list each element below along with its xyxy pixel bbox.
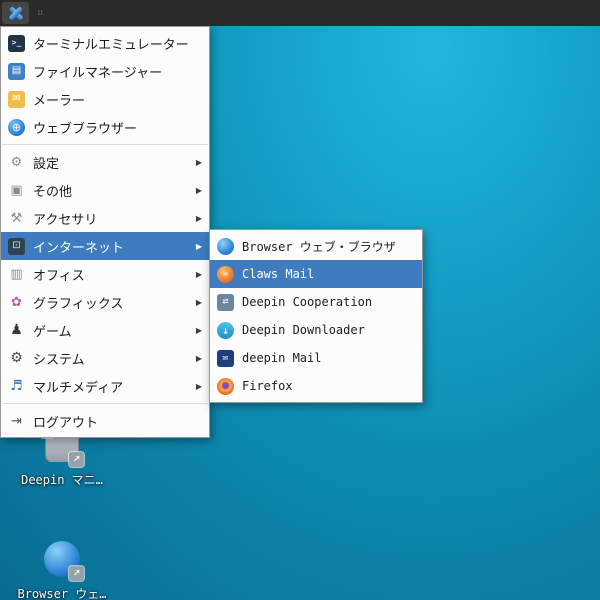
terminal-icon: >_ <box>8 34 25 52</box>
submenu-item-label: deepin Mail <box>242 351 322 365</box>
menu-item-file-manager[interactable]: ▤ ファイルマネージャー <box>1 57 209 85</box>
chevron-right-icon: ▶ <box>195 297 202 307</box>
chevron-right-icon: ▶ <box>195 325 202 335</box>
chevron-right-icon: ▶ <box>195 353 202 363</box>
internet-icon: ⊡ <box>8 237 25 255</box>
applications-menu-button[interactable] <box>2 2 29 24</box>
menu-item-label: 設定 <box>33 156 60 172</box>
menu-item-settings[interactable]: ⚙ 設定 ▶ <box>1 148 209 176</box>
menu-item-label: ゲーム <box>33 324 72 340</box>
submenu-item-deepin-cooperation[interactable]: ⇄ Deepin Cooperation <box>210 288 422 316</box>
settings-icon: ⚙ <box>10 154 23 170</box>
menu-item-accessories[interactable]: ⚒ アクセサリ ▶ <box>1 204 209 232</box>
games-icon: ♟ <box>10 322 23 338</box>
menu-item-label: グラフィックス <box>33 296 124 312</box>
submenu-item-label: Claws Mail <box>242 267 315 281</box>
multimedia-icon: ♬ <box>10 378 23 394</box>
submenu-item-deepin-downloader[interactable]: ↓ Deepin Downloader <box>210 316 422 344</box>
menu-item-label: アクセサリ <box>33 212 98 228</box>
shortcut-arrow-icon: ↗ <box>69 452 84 467</box>
menu-item-web-browser[interactable]: ⊕ ウェブブラウザー <box>1 113 209 141</box>
menu-separator <box>2 144 208 145</box>
menu-item-label: ウェブブラウザー <box>33 121 138 137</box>
menu-item-graphics[interactable]: ✿ グラフィックス ▶ <box>1 288 209 316</box>
deepin-cooperation-icon: ⇄ <box>217 293 234 311</box>
other-apps-icon: ▣ <box>10 182 23 198</box>
menu-item-internet[interactable]: ⊡ インターネット ▶ <box>1 232 209 260</box>
chevron-right-icon: ▶ <box>195 157 202 167</box>
shortcut-arrow-icon: ↗ <box>69 566 84 581</box>
menu-item-logout[interactable]: ⇥ ログアウト <box>1 407 209 435</box>
panel-grip-icon[interactable]: ⠶ <box>37 8 44 18</box>
deepin-downloader-icon: ↓ <box>217 321 234 339</box>
menu-item-label: マルチメディア <box>33 380 124 396</box>
submenu-item-label: Browser ウェブ・ブラウザ <box>242 239 396 254</box>
office-icon: ▥ <box>10 266 23 282</box>
submenu-item-deepin-mail[interactable]: ✉ deepin Mail <box>210 344 422 372</box>
menu-item-label: システム <box>33 352 85 368</box>
desktop-icon-label: Browser ウェ… <box>17 587 107 600</box>
menu-item-multimedia[interactable]: ♬ マルチメディア ▶ <box>1 372 209 400</box>
top-panel: ⠶ <box>0 0 600 26</box>
globe-icon: ⊕ <box>8 118 25 136</box>
menu-item-mailer[interactable]: ✉ メーラー <box>1 85 209 113</box>
desktop-icon-browser[interactable]: ↗ Browser ウェ… <box>14 540 110 600</box>
chevron-right-icon: ▶ <box>195 269 202 279</box>
menu-item-office[interactable]: ▥ オフィス ▶ <box>1 260 209 288</box>
submenu-item-claws-mail[interactable]: ✉ Claws Mail <box>210 260 422 288</box>
file-manager-icon: ▤ <box>8 62 25 80</box>
submenu-item-label: Deepin Downloader <box>242 323 365 337</box>
menu-item-games[interactable]: ♟ ゲーム ▶ <box>1 316 209 344</box>
applications-menu: >_ ターミナルエミュレーター ▤ ファイルマネージャー ✉ メーラー ⊕ ウェ… <box>0 26 210 438</box>
deepin-mail-icon: ✉ <box>217 349 234 367</box>
graphics-icon: ✿ <box>11 294 22 310</box>
claws-mail-icon: ✉ <box>217 265 234 283</box>
chevron-right-icon: ▶ <box>195 241 202 251</box>
uos-browser-icon <box>217 237 234 255</box>
firefox-icon <box>217 377 234 395</box>
desktop-icon-label: Deepin マニ… <box>21 473 103 487</box>
menu-item-label: ログアウト <box>33 415 99 431</box>
applications-menu-icon <box>8 5 24 21</box>
submenu-item-label: Firefox <box>242 379 293 393</box>
accessories-icon: ⚒ <box>10 210 23 226</box>
submenu-item-label: Deepin Cooperation <box>242 295 373 309</box>
menu-item-label: オフィス <box>33 268 85 284</box>
menu-item-label: インターネット <box>33 240 125 256</box>
submenu-item-firefox[interactable]: Firefox <box>210 372 422 400</box>
menu-item-terminal-emulator[interactable]: >_ ターミナルエミュレーター <box>1 29 209 57</box>
menu-item-other[interactable]: ▣ その他 ▶ <box>1 176 209 204</box>
chevron-right-icon: ▶ <box>195 185 202 195</box>
logout-icon: ⇥ <box>11 413 22 429</box>
menu-item-label: その他 <box>33 184 73 200</box>
chevron-right-icon: ▶ <box>195 381 202 391</box>
internet-submenu: Browser ウェブ・ブラウザ ✉ Claws Mail ⇄ Deepin C… <box>209 229 423 403</box>
mail-icon: ✉ <box>8 90 25 108</box>
submenu-item-browser[interactable]: Browser ウェブ・ブラウザ <box>210 232 422 260</box>
menu-item-label: ターミナルエミュレーター <box>33 37 189 53</box>
menu-separator <box>2 403 208 404</box>
menu-item-label: メーラー <box>33 93 86 109</box>
menu-item-label: ファイルマネージャー <box>33 65 163 81</box>
system-gear-icon: ⚙ <box>10 350 23 366</box>
menu-item-system[interactable]: ⚙ システム ▶ <box>1 344 209 372</box>
browser-app-icon: ↗ <box>43 540 84 581</box>
chevron-right-icon: ▶ <box>195 213 202 223</box>
